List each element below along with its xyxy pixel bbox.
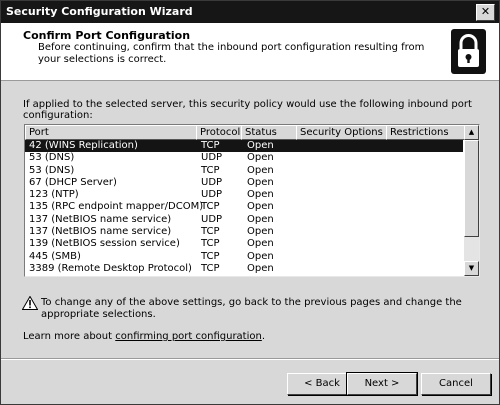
learn-more: Learn more about confirming port configu… <box>23 331 265 342</box>
cell-port: 67 (DHCP Server) <box>29 176 117 188</box>
table-row[interactable]: 123 (NTP) UDP Open <box>25 189 463 201</box>
cell-port: 53 (DNS) <box>29 152 75 164</box>
cell-status: Open <box>247 201 274 213</box>
table-row[interactable]: 53 (DNS) UDP Open <box>25 152 463 164</box>
cell-port: 137 (NetBIOS name service) <box>29 213 172 225</box>
table-row[interactable]: 137 (NetBIOS name service) UDP Open <box>25 214 463 226</box>
table-row[interactable]: 135 (RPC endpoint mapper/DCOM) TCP Open <box>25 201 463 213</box>
learn-more-link[interactable]: confirming port configuration <box>115 331 262 342</box>
cell-status: Open <box>247 189 274 201</box>
cell-protocol: TCP <box>201 250 220 262</box>
list-header: Port Protocol Status Security Options Re… <box>25 125 468 140</box>
cell-port: 53 (DNS) <box>29 164 75 176</box>
column-status[interactable]: Status <box>241 125 297 140</box>
cell-port: 137 (NetBIOS name service) <box>29 226 172 238</box>
scroll-thumb[interactable] <box>464 140 479 237</box>
port-list[interactable]: Port Protocol Status Security Options Re… <box>24 124 480 277</box>
cell-port: 123 (NTP) <box>29 189 79 201</box>
table-row[interactable]: 67 (DHCP Server) UDP Open <box>25 177 463 189</box>
cell-port: 445 (SMB) <box>29 250 81 262</box>
cell-status: Open <box>247 238 274 250</box>
title-bar: Security Configuration Wizard ✕ <box>1 1 499 23</box>
window-title: Security Configuration Wizard <box>6 5 193 18</box>
cell-status: Open <box>247 213 274 225</box>
cell-protocol: UDP <box>201 213 223 225</box>
cell-protocol: TCP <box>201 262 220 274</box>
column-protocol[interactable]: Protocol <box>196 125 242 140</box>
cell-protocol: TCP <box>201 226 220 238</box>
table-row[interactable]: 53 (DNS) TCP Open <box>25 165 463 177</box>
cell-status: Open <box>247 226 274 238</box>
table-row[interactable]: 139 (NetBIOS session service) TCP Open <box>25 238 463 250</box>
column-security-options[interactable]: Security Options <box>296 125 387 140</box>
cell-status: Open <box>247 164 274 176</box>
intro-text: If applied to the selected server, this … <box>23 99 472 121</box>
page-description: Before continuing, confirm that the inbo… <box>38 42 425 65</box>
cell-status: Open <box>247 176 274 188</box>
table-row[interactable]: 445 (SMB) TCP Open <box>25 251 463 263</box>
column-restrictions[interactable]: Restrictions <box>386 125 468 140</box>
wizard-header: Confirm Port Configuration Before contin… <box>1 23 499 81</box>
list-body: 42 (WINS Replication) TCP Open 53 (DNS) UDP… <box>25 140 463 275</box>
table-row[interactable]: 137 (NetBIOS name service) TCP Open <box>25 226 463 238</box>
scroll-up-button[interactable]: ▲ <box>464 125 479 140</box>
cell-protocol: UDP <box>201 152 223 164</box>
cell-protocol: TCP <box>201 201 220 213</box>
close-icon: ✕ <box>480 5 491 18</box>
learn-more-prefix: Learn more about <box>23 331 116 342</box>
cell-protocol: TCP <box>201 164 220 176</box>
close-button[interactable]: ✕ <box>476 4 495 21</box>
cell-protocol: TCP <box>201 140 220 151</box>
next-button[interactable]: Next > <box>346 372 418 396</box>
wizard-window: Security Configuration Wizard ✕ Confirm … <box>0 0 500 405</box>
cell-protocol: TCP <box>201 238 220 250</box>
cell-protocol: UDP <box>201 176 223 188</box>
cell-port: 135 (RPC endpoint mapper/DCOM) <box>29 201 204 213</box>
cell-protocol: UDP <box>201 189 223 201</box>
learn-more-suffix: . <box>261 331 266 342</box>
cell-port: 3389 (Remote Desktop Protocol) <box>29 262 192 274</box>
column-port[interactable]: Port <box>25 125 197 140</box>
cell-status: Open <box>247 152 274 164</box>
cancel-button[interactable]: Cancel <box>421 373 491 395</box>
scroll-down-button[interactable]: ▼ <box>464 261 479 276</box>
page-title: Confirm Port Configuration <box>23 29 191 42</box>
arrow-down-icon: ▼ <box>468 264 475 272</box>
table-row[interactable]: 42 (WINS Replication) TCP Open <box>25 140 463 153</box>
cell-port: 42 (WINS Replication) <box>29 140 138 151</box>
vertical-scrollbar[interactable]: ▲ ▼ <box>464 125 479 276</box>
cell-status: Open <box>247 140 274 151</box>
padlock-icon <box>451 29 486 74</box>
warning-icon <box>22 296 38 310</box>
cell-port: 139 (NetBIOS session service) <box>29 238 180 250</box>
table-row[interactable]: 3389 (Remote Desktop Protocol) TCP Open <box>25 263 463 275</box>
cell-status: Open <box>247 262 274 274</box>
cell-status: Open <box>247 250 274 262</box>
warning-text: To change any of the above settings, go … <box>41 297 462 320</box>
divider <box>1 358 499 360</box>
arrow-up-icon: ▲ <box>468 128 475 136</box>
